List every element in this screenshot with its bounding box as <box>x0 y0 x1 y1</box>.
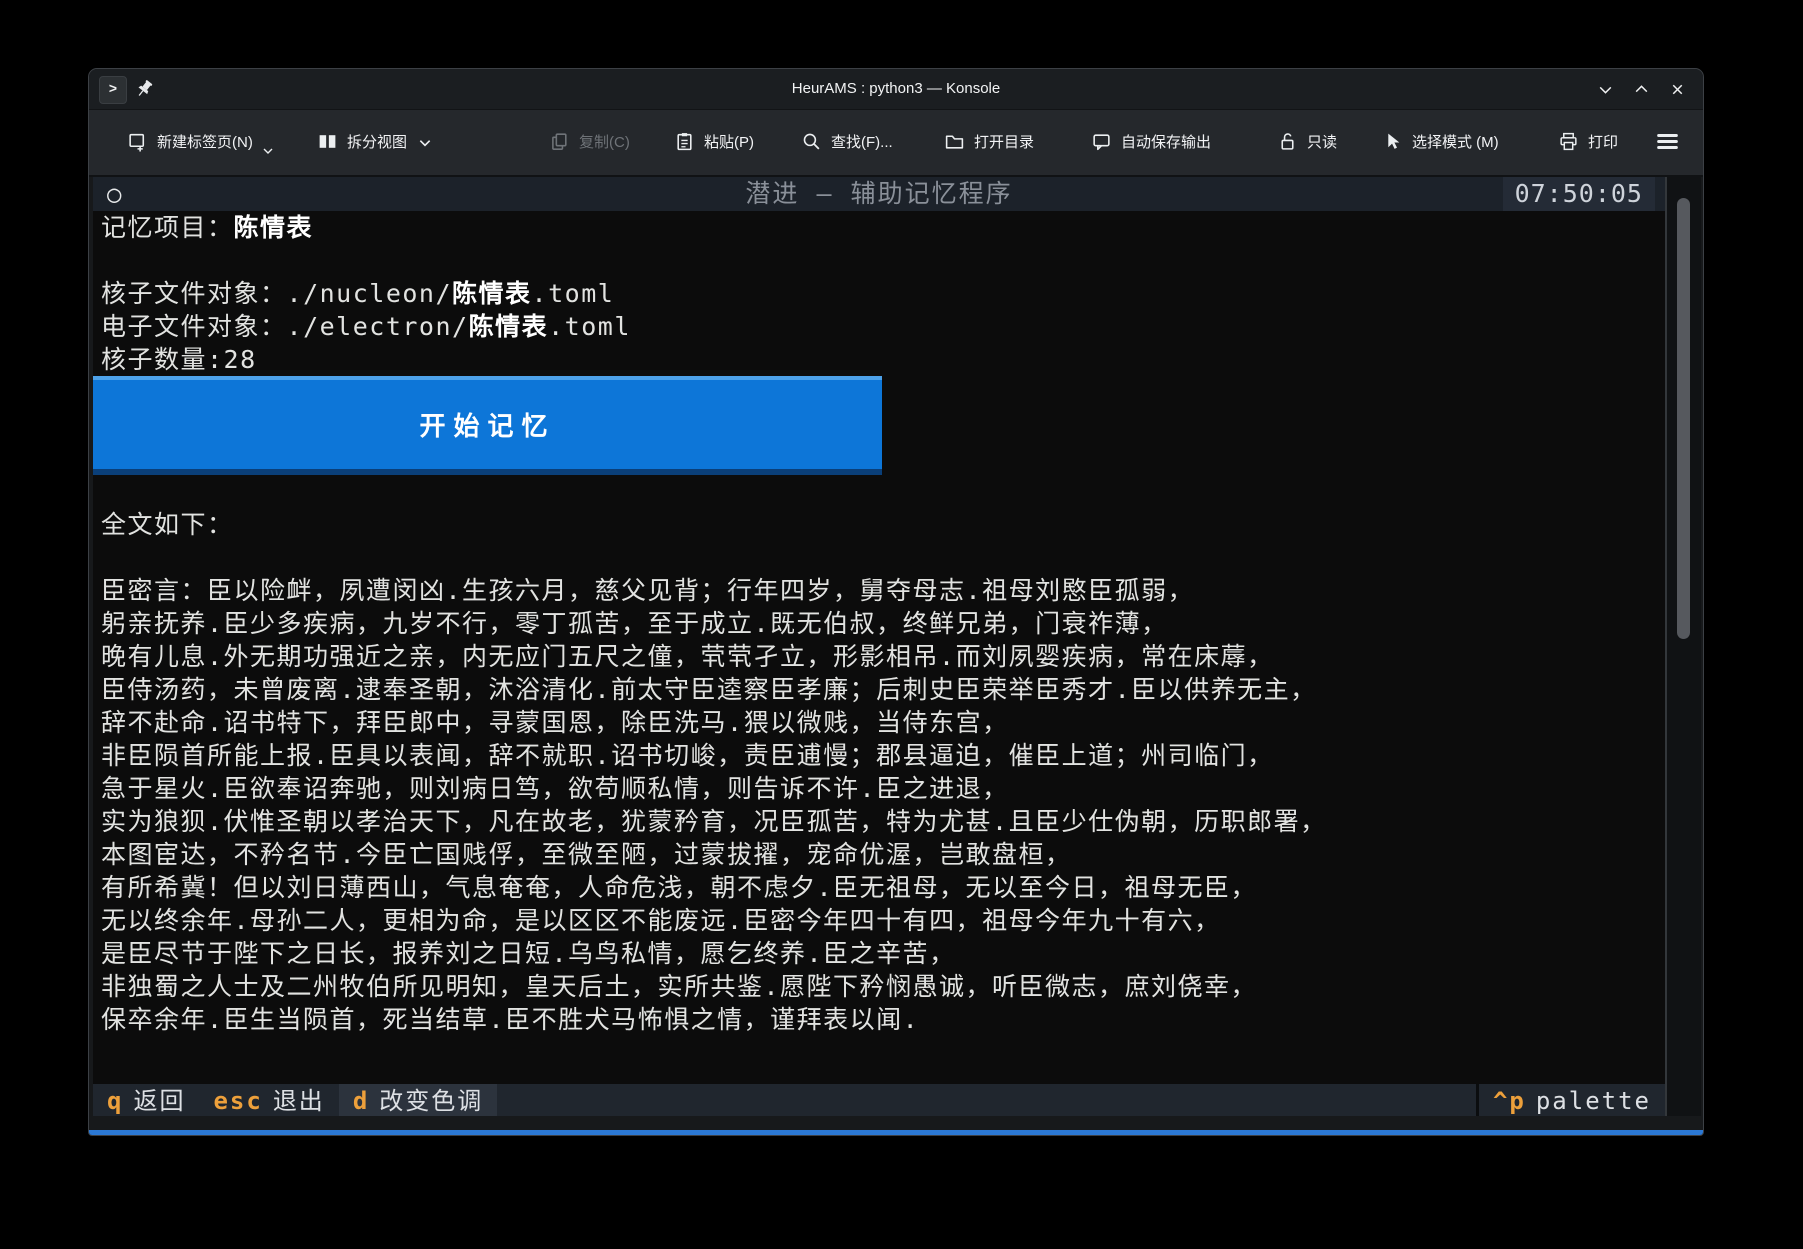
toolbar-label: 自动保存输出 <box>1121 131 1211 152</box>
chevron-up-icon <box>1633 81 1650 98</box>
toolbar-label: 只读 <box>1307 131 1337 152</box>
window-title: HeurAMS : python3 — Konsole <box>89 69 1703 109</box>
key-label: 改变色调 <box>379 1084 483 1118</box>
footer-binding-quit[interactable]: esc 退出 <box>199 1084 338 1118</box>
fulltext-label: 全文如下： <box>93 508 1701 541</box>
minimize-button[interactable] <box>1593 77 1617 101</box>
start-memorize-label: 开始记忆 <box>93 406 882 443</box>
toolbar-label: 复制(C) <box>579 131 630 152</box>
memory-text-line: 躬亲抚养.臣少多疾病，九岁不行，零丁孤苦，至于成立.既无伯叔，终鲜兄弟，门衰祚薄… <box>93 607 1701 640</box>
printer-icon <box>1558 131 1579 152</box>
memory-text-line: 实为狼狈.伏惟圣朝以孝治天下，凡在故老，犹蒙矜育，况臣孤苦，特为尤甚.且臣少仕伪… <box>93 805 1701 838</box>
nucleon-count-line: 核子数量:28 <box>93 343 1701 376</box>
output-bubble-icon <box>1091 131 1112 152</box>
copy-icon <box>549 131 570 152</box>
read-only-button[interactable]: 只读 <box>1277 110 1337 173</box>
memory-text-line: 臣密言：臣以险衅，夙遭闵凶.生孩六月，慈父见背；行年四岁，舅夺母志.祖母刘愍臣孤… <box>93 574 1701 607</box>
search-icon <box>801 131 822 152</box>
blank-line <box>93 541 1701 574</box>
tui-footer: q 返回 esc 退出 d 改变色调 ^p palette <box>93 1084 1665 1118</box>
titlebar: > HeurAMS : python3 — Konsole <box>89 69 1703 110</box>
close-button[interactable] <box>1665 77 1689 101</box>
memory-text-line: 急于星火.臣欲奉诏奔驰，则刘病日笃，欲苟顺私情，则告诉不许.臣之进退， <box>93 772 1701 805</box>
autosave-output-button[interactable]: 自动保存输出 <box>1091 110 1211 173</box>
konsole-window: > HeurAMS : python3 — Konsole <box>88 68 1704 1136</box>
new-tab-icon <box>127 131 148 152</box>
unlocked-padlock-icon <box>1277 131 1298 152</box>
memory-text-line: 晚有儿息.外无期功强近之亲，内无应门五尺之僮，茕茕孑立，形影相吊.而刘夙婴疾病，… <box>93 640 1701 673</box>
split-view-icon <box>317 131 338 152</box>
chevron-down-icon <box>418 137 432 149</box>
paste-icon <box>674 131 695 152</box>
memory-text-line: 本图宦达，不矜名节.今臣亡国贱俘，至微至陋，过蒙拔擢，宠命优渥，岂敢盘桓， <box>93 838 1701 871</box>
key-hint: ^p <box>1493 1084 1526 1118</box>
key-label: palette <box>1536 1084 1651 1118</box>
memory-text-line: 非独蜀之人士及二州牧伯所见明知，皇天后土，实所共鉴.愿陛下矜悯愚诚，听臣微志，庶… <box>93 970 1701 1003</box>
memory-text-line: 辞不赴命.诏书特下，拜臣郎中，寻蒙国恩，除臣洗马.猥以微贱，当侍东宫， <box>93 706 1701 739</box>
desktop-background: > HeurAMS : python3 — Konsole <box>0 0 1803 1249</box>
paste-button[interactable]: 粘贴(P) <box>674 110 754 173</box>
toolbar-label: 选择模式 (M) <box>1412 131 1499 152</box>
find-button[interactable]: 查找(F)... <box>801 110 893 173</box>
memory-text-line: 臣侍汤药，未曾废离.逮奉圣朝，沐浴清化.前太守臣逵察臣孝廉；后刺史臣荣举臣秀才.… <box>93 673 1701 706</box>
key-label: 退出 <box>273 1084 325 1118</box>
key-hint: esc <box>213 1084 262 1118</box>
maximize-button[interactable] <box>1629 77 1653 101</box>
memory-text-line: 非臣陨首所能上报.臣具以表闻，辞不就职.诏书切峻，责臣逋慢；郡县逼迫，催臣上道；… <box>93 739 1701 772</box>
tui-title: 潜进 – 辅助记忆程序 <box>93 177 1665 211</box>
blank-line <box>93 244 1701 277</box>
cursor-arrow-icon <box>1382 131 1403 152</box>
close-icon <box>1669 81 1686 98</box>
tui-header: ○ 潜进 – 辅助记忆程序 07:50:05 <box>93 177 1665 211</box>
window-controls <box>1593 69 1689 109</box>
electron-file-line: 电子文件对象：./electron/陈情表.toml <box>93 310 1701 343</box>
footer-binding-theme[interactable]: d 改变色调 <box>339 1084 497 1118</box>
terminal-scrollbar[interactable] <box>1665 177 1701 1118</box>
window-bottom-margin <box>89 1116 1703 1130</box>
memory-text-line: 无以终余年.母孙二人，更相为命，是以区区不能废远.臣密今年四十有四，祖母今年九十… <box>93 904 1701 937</box>
new-tab-button[interactable]: 新建标签页(N) <box>127 110 274 173</box>
print-button[interactable]: 打印 <box>1558 110 1618 173</box>
scrollbar-thumb[interactable] <box>1677 198 1690 639</box>
footer-binding-back[interactable]: q 返回 <box>93 1084 199 1118</box>
window-accent-line <box>89 1130 1703 1135</box>
chevron-down-icon <box>1597 81 1614 98</box>
open-directory-button[interactable]: 打开目录 <box>944 110 1034 173</box>
start-memorize-button[interactable]: 开始记忆 <box>93 376 882 475</box>
memory-text-line: 是臣尽节于陛下之日长，报养刘之日短.乌鸟私情，愿乞终养.臣之辛苦， <box>93 937 1701 970</box>
terminal-view[interactable]: ○ 潜进 – 辅助记忆程序 07:50:05 记忆项目：陈情表 核子文件对象：.… <box>93 177 1701 1118</box>
memory-project-line: 记忆项目：陈情表 <box>93 211 1701 244</box>
toolbar-label: 查找(F)... <box>831 131 893 152</box>
memory-text-line: 保卒余年.臣生当陨首，死当结草.臣不胜犬马怖惧之情，谨拜表以闻. <box>93 1003 1701 1036</box>
menu-button[interactable] <box>1654 110 1681 173</box>
toolbar-label: 新建标签页(N) <box>157 131 253 152</box>
tui-clock: 07:50:05 <box>1503 177 1655 211</box>
select-mode-button[interactable]: 选择模式 (M) <box>1382 110 1499 173</box>
folder-icon <box>944 131 965 152</box>
blank-line <box>93 475 1701 508</box>
footer-binding-palette[interactable]: ^p palette <box>1476 1084 1665 1118</box>
split-view-button[interactable]: 拆分视图 <box>317 110 432 173</box>
toolbar-label: 打印 <box>1588 131 1618 152</box>
key-hint: q <box>107 1084 123 1118</box>
chevron-down-icon <box>262 146 274 156</box>
hamburger-menu-icon <box>1654 130 1681 153</box>
key-hint: d <box>353 1084 369 1118</box>
copy-button: 复制(C) <box>549 110 630 173</box>
toolbar-label: 拆分视图 <box>347 131 407 152</box>
memory-text-line: 有所希冀！但以刘日薄西山，气息奄奄，人命危浅，朝不虑夕.臣无祖母，无以至今日，祖… <box>93 871 1701 904</box>
toolbar-label: 打开目录 <box>974 131 1034 152</box>
key-label: 返回 <box>133 1084 185 1118</box>
toolbar: 新建标签页(N) 拆分视图 复制(C) <box>89 110 1703 177</box>
toolbar-label: 粘贴(P) <box>704 131 754 152</box>
nucleon-file-line: 核子文件对象：./nucleon/陈情表.toml <box>93 277 1701 310</box>
